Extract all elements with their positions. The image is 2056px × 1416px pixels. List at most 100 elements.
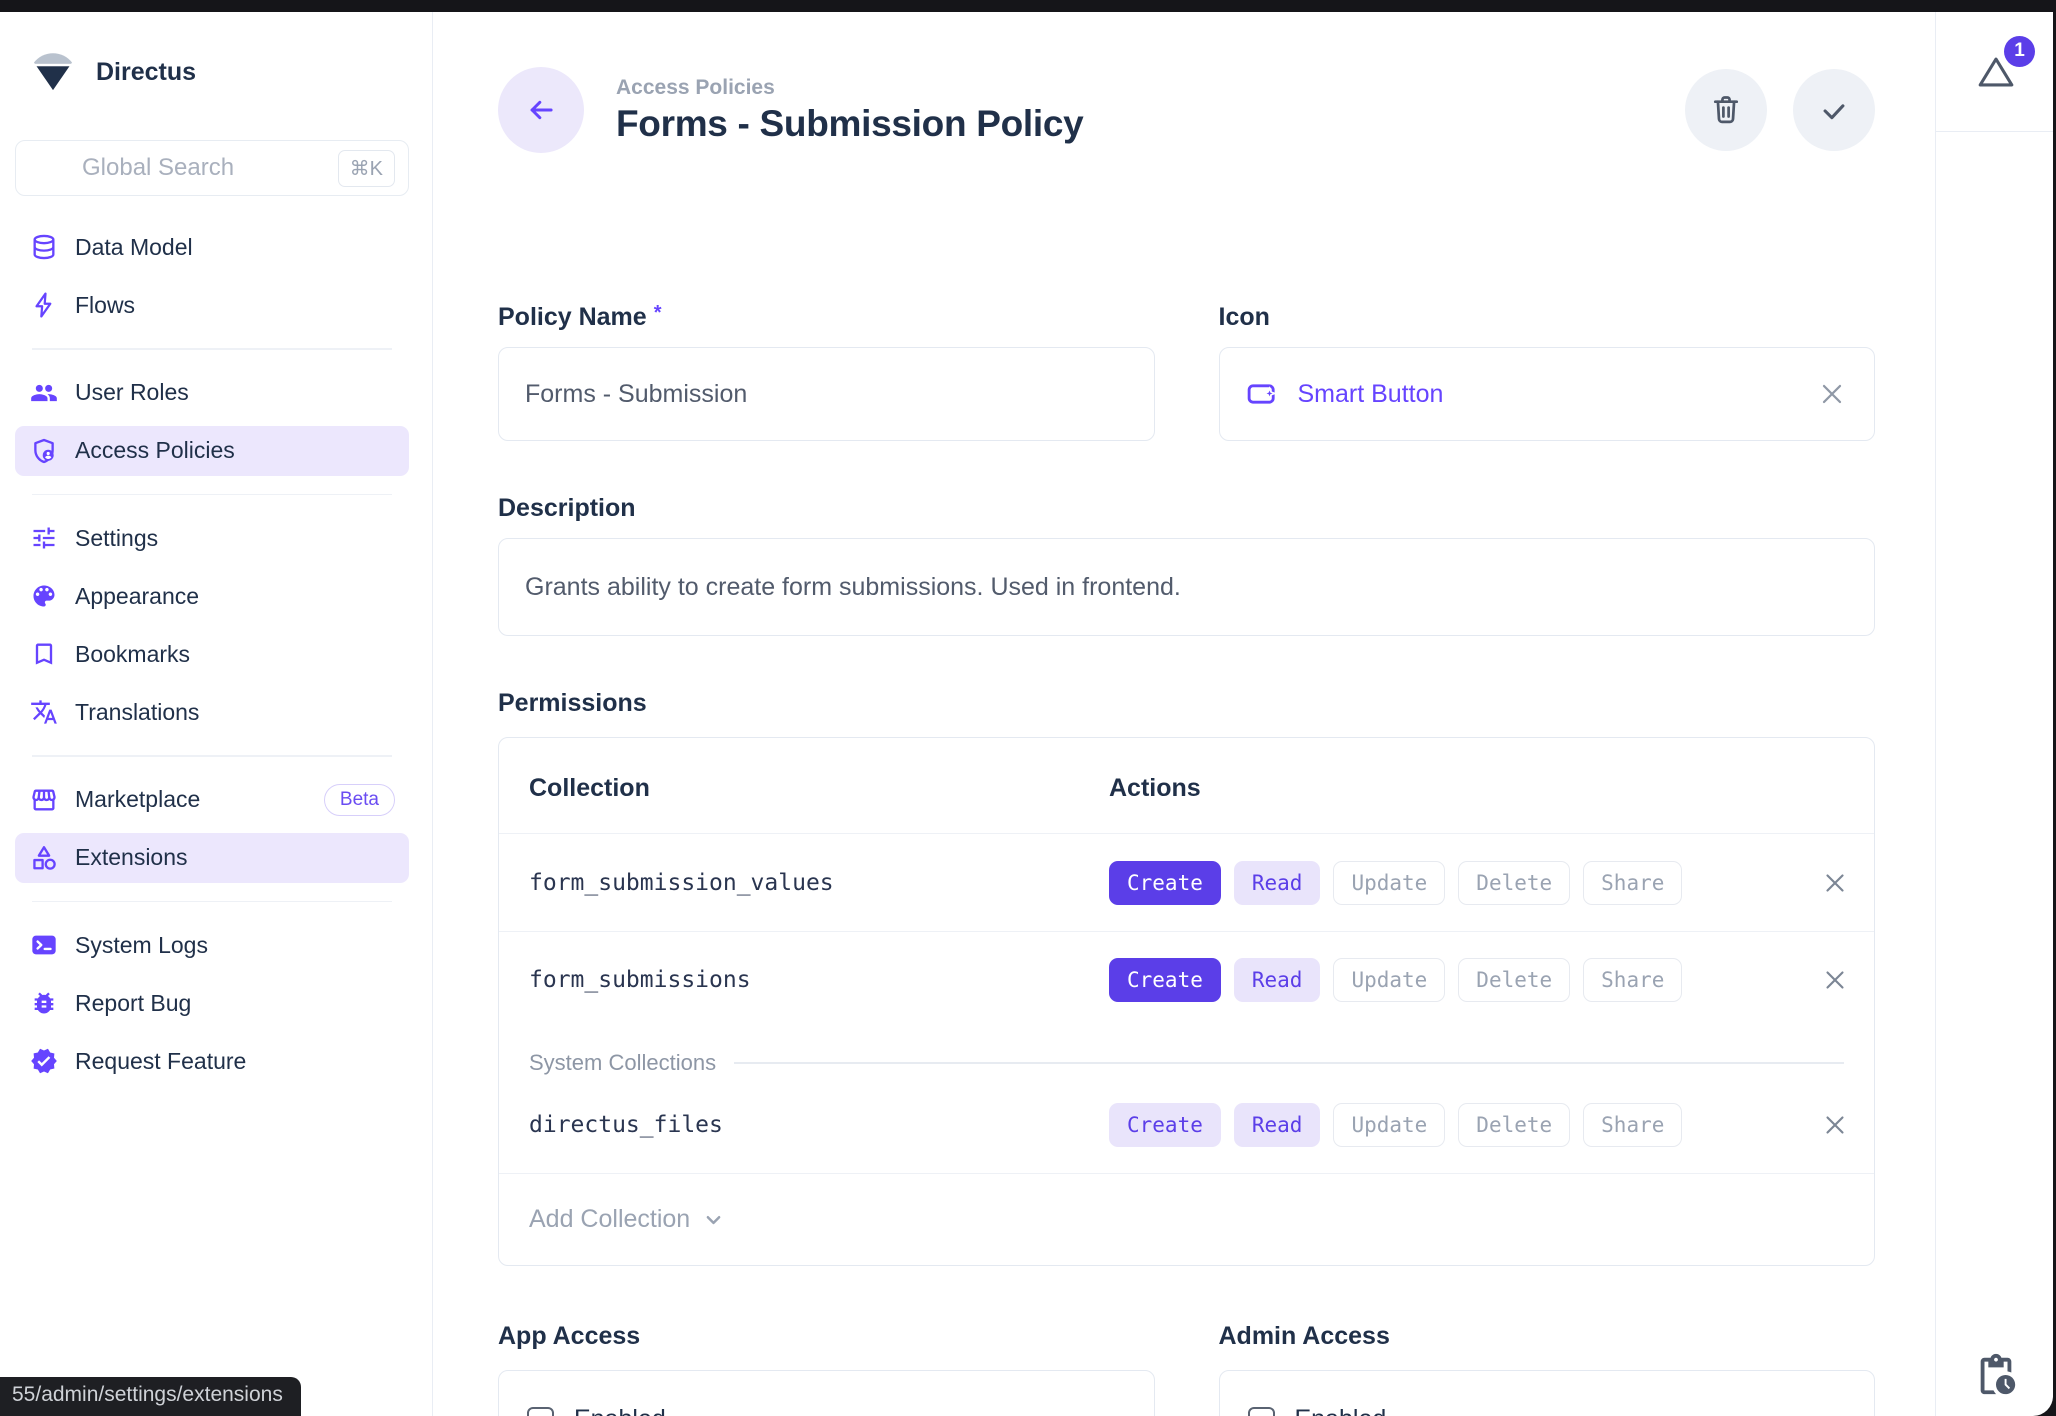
sidebar-item-label: Data Model: [75, 234, 193, 261]
translate-icon: [30, 698, 58, 726]
sidebar-item-label: Flows: [75, 292, 135, 319]
permission-row-form-submissions: form_submissionsCreateReadUpdateDeleteSh…: [499, 931, 1874, 1028]
main-content: Access Policies Forms - Submission Polic…: [433, 12, 1935, 1416]
bolt-icon: [30, 291, 58, 319]
action-chip-update[interactable]: Update: [1333, 958, 1445, 1002]
trash-icon: [1707, 91, 1745, 129]
shapes-icon: [30, 844, 58, 872]
group-icon: [30, 379, 58, 407]
description-value: Grants ability to create form submission…: [525, 573, 1181, 602]
collection-column-header: Collection: [529, 774, 1109, 803]
verified-icon: [30, 1047, 58, 1075]
action-chip-create[interactable]: Create: [1109, 861, 1221, 905]
policy-name-field: Policy Name * Forms - Submission: [498, 303, 1155, 441]
action-chip-create[interactable]: Create: [1109, 1103, 1221, 1147]
admin-access-label: Admin Access: [1219, 1322, 1876, 1351]
remove-collection-icon[interactable]: [1820, 965, 1850, 995]
sidebar-item-bookmarks[interactable]: Bookmarks: [15, 629, 409, 679]
policy-name-label: Policy Name *: [498, 303, 1155, 332]
sidebar-item-translations[interactable]: Translations: [15, 687, 409, 737]
palette-icon: [30, 582, 58, 610]
action-chip-delete[interactable]: Delete: [1458, 861, 1570, 905]
notifications-button[interactable]: 1: [1970, 49, 2022, 95]
action-chip-share[interactable]: Share: [1583, 1103, 1682, 1147]
sidebar-item-user-roles[interactable]: User Roles: [15, 368, 409, 418]
action-chip-read[interactable]: Read: [1234, 958, 1321, 1002]
action-chip-delete[interactable]: Delete: [1458, 1103, 1570, 1147]
sidebar-item-settings[interactable]: Settings: [15, 513, 409, 563]
required-asterisk: *: [654, 303, 662, 332]
permissions-table-header: Collection Actions: [499, 738, 1874, 834]
brand: Directus: [30, 52, 432, 92]
sidebar-item-label: Access Policies: [75, 437, 235, 464]
delete-policy-button[interactable]: [1685, 69, 1767, 151]
add-collection-button[interactable]: Add Collection: [499, 1173, 1874, 1265]
sidebar-divider: [32, 494, 392, 496]
sidebar-item-data-model[interactable]: Data Model: [15, 222, 409, 272]
description-input[interactable]: Grants ability to create form submission…: [498, 538, 1875, 636]
action-chips: Create Read Update Delete Share: [1109, 958, 1802, 1002]
remove-collection-icon[interactable]: [1820, 868, 1850, 898]
window-corner: [2023, 1386, 2053, 1416]
action-chip-share[interactable]: Share: [1583, 958, 1682, 1002]
database-icon: [30, 233, 58, 261]
action-chip-delete[interactable]: Delete: [1458, 958, 1570, 1002]
icon-value: Smart Button: [1298, 380, 1444, 409]
page-title: Forms - Submission Policy: [616, 103, 1083, 145]
action-chips: Create Read Update Delete Share: [1109, 1103, 1802, 1147]
back-button[interactable]: [498, 67, 584, 153]
sidebar-item-request-feature[interactable]: Request Feature: [15, 1036, 409, 1086]
action-chip-share[interactable]: Share: [1583, 861, 1682, 905]
app-access-field: App Access Enabled: [498, 1322, 1155, 1416]
search-shortcut-badge: ⌘K: [338, 150, 395, 187]
check-icon: [1815, 91, 1853, 129]
sidebar-item-label: Request Feature: [75, 1048, 246, 1075]
sidebar-divider: [32, 901, 392, 903]
add-collection-label: Add Collection: [529, 1205, 690, 1234]
sidebar-item-extensions[interactable]: Extensions: [15, 833, 409, 883]
permission-row-form-submission-values: form_submission_valuesCreate Read Update De…: [499, 834, 1874, 931]
action-chip-read[interactable]: Read: [1234, 861, 1321, 905]
window-frame-top: [0, 0, 2056, 12]
sidebar-item-label: Translations: [75, 699, 199, 726]
action-chip-update[interactable]: Update: [1333, 861, 1445, 905]
app-access-box: Enabled: [498, 1370, 1155, 1416]
save-policy-button[interactable]: [1793, 69, 1875, 151]
admin-access-checkbox-label: Enabled: [1295, 1405, 1387, 1416]
sidebar-item-label: Extensions: [75, 844, 188, 871]
policy-name-input[interactable]: Forms - Submission: [498, 347, 1155, 441]
action-chip-read[interactable]: Read: [1234, 1103, 1321, 1147]
permission-row-directus-files: directus_filesCreate Read Update Delete Shar…: [499, 1076, 1874, 1173]
global-search-input[interactable]: Global Search ⌘K: [15, 140, 409, 196]
collection-name: form_submission_values: [529, 870, 1109, 896]
action-chip-update[interactable]: Update: [1333, 1103, 1445, 1147]
icon-input[interactable]: Smart Button: [1219, 347, 1876, 441]
policy-name-value: Forms - Submission: [525, 380, 747, 409]
sidebar-item-label: Settings: [75, 525, 158, 552]
system-collections-label: System Collections: [529, 1050, 716, 1076]
sidebar-item-label: Report Bug: [75, 990, 191, 1017]
sidebar-item-appearance[interactable]: Appearance: [15, 571, 409, 621]
action-chip-create[interactable]: Create: [1109, 958, 1221, 1002]
permissions-label: Permissions: [498, 689, 1875, 718]
remove-collection-icon[interactable]: [1820, 1110, 1850, 1140]
sidebar-item-marketplace[interactable]: MarketplaceBeta: [15, 775, 409, 825]
sidebar-item-access-policies[interactable]: Access Policies: [15, 426, 409, 476]
search-placeholder: Global Search: [82, 154, 338, 182]
collection-name: directus_files: [529, 1112, 1109, 1138]
sidebar-item-label: Bookmarks: [75, 641, 190, 668]
admin-access-checkbox[interactable]: [1248, 1407, 1275, 1416]
notification-count-badge: 1: [2004, 36, 2035, 67]
sidebar-item-flows[interactable]: Flows: [15, 280, 409, 330]
sidebar-divider: [32, 348, 392, 350]
icon-label: Icon: [1219, 303, 1876, 332]
app-access-checkbox[interactable]: [527, 1407, 554, 1416]
status-bar-url: 55/admin/settings/extensions: [0, 1377, 301, 1416]
sidebar-item-system-logs[interactable]: System Logs: [15, 920, 409, 970]
app-access-checkbox-label: Enabled: [574, 1405, 666, 1416]
terminal-icon: [30, 931, 58, 959]
clear-icon[interactable]: [1816, 378, 1848, 410]
bug-icon: [30, 989, 58, 1017]
brand-name: Directus: [96, 58, 196, 87]
sidebar-item-report-bug[interactable]: Report Bug: [15, 978, 409, 1028]
